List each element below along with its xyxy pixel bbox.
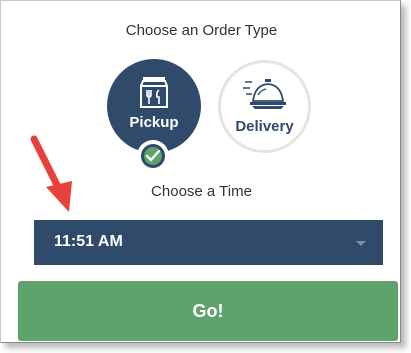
selected-checkmark [137,140,169,172]
go-button[interactable]: Go! [18,281,398,341]
time-select[interactable]: 11:51 AM [34,220,383,265]
annotation-arrow-icon [29,133,73,220]
cloche-icon [243,77,289,116]
pickup-label: Pickup [129,114,179,131]
time-select-value: 11:51 AM [54,233,123,250]
takeout-bag-icon [140,76,168,113]
order-type-heading: Choose an Order Type [125,22,278,39]
order-type-panel: Choose an Order Type Pickup Delivery Cho… [0,0,401,343]
pickup-option[interactable]: Pickup [107,59,201,153]
delivery-label: Delivery [235,118,294,135]
check-icon [145,149,161,162]
chevron-down-icon [356,241,366,246]
time-heading: Choose a Time [151,183,252,200]
delivery-option[interactable]: Delivery [218,60,311,153]
